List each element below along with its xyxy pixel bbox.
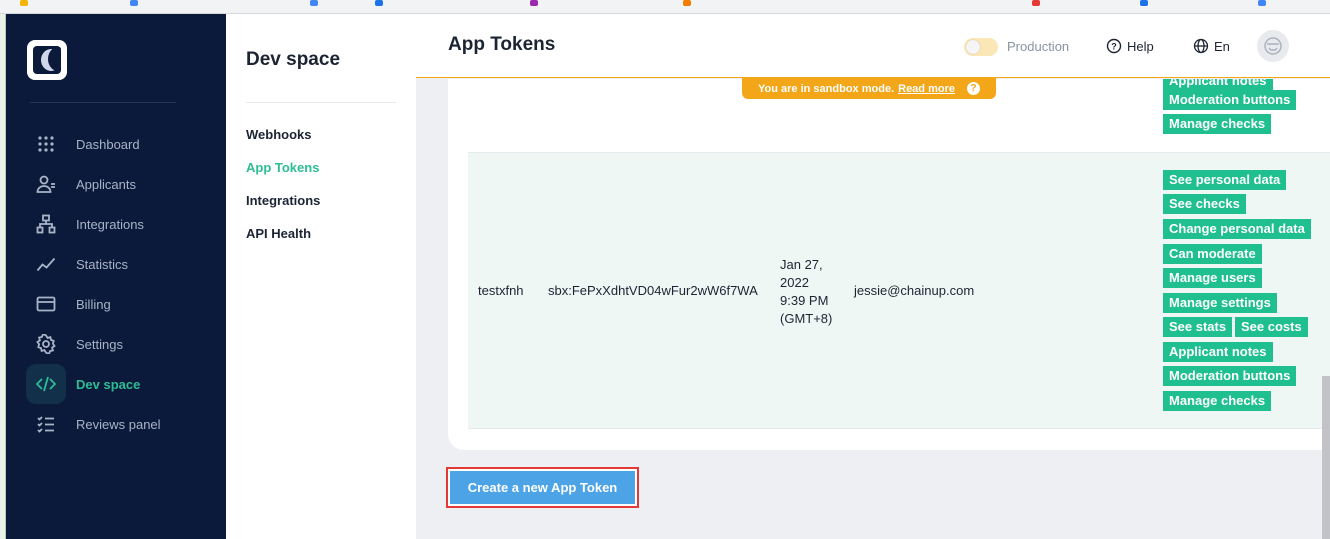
reviews-list-icon	[26, 404, 66, 444]
permission-tag: Manage settings	[1163, 293, 1277, 313]
sidebar-item-reviews-panel[interactable]: Reviews panel	[26, 404, 216, 444]
sidebar-item-integrations[interactable]: Integrations	[26, 204, 216, 244]
permission-tag: See costs	[1235, 317, 1308, 337]
app-logo[interactable]	[27, 40, 67, 80]
help-link[interactable]: ? Help	[1106, 38, 1154, 54]
dev-space-submenu: Dev space Webhooks App Tokens Integratio…	[226, 14, 416, 539]
bookmark-icon[interactable]	[1258, 0, 1266, 6]
language-selector[interactable]: En	[1193, 38, 1230, 54]
user-avatar[interactable]	[1257, 30, 1289, 62]
settings-gear-icon	[26, 324, 66, 364]
table-row[interactable]: testxfnh sbx:FePxXdhtVD04wFur2wW6f7WA Ja…	[468, 153, 1330, 429]
svg-text:?: ?	[1111, 42, 1117, 52]
moon-logo-icon	[33, 46, 61, 74]
sidebar-item-label: Reviews panel	[76, 416, 161, 432]
permission-tag: Applicant notes	[1163, 342, 1273, 362]
bookmark-icon[interactable]	[683, 0, 691, 6]
tokens-table-card: Applicant notes Moderation buttons Manag…	[448, 79, 1330, 450]
help-circle-icon: ?	[1106, 38, 1122, 54]
language-label: En	[1214, 38, 1230, 54]
sidebar-item-label: Billing	[76, 296, 111, 312]
date-line: (GMT+8)	[780, 311, 833, 326]
date-line: Jan 27,	[780, 257, 823, 272]
sidebar-item-label: Statistics	[76, 256, 129, 272]
sidebar-item-dashboard[interactable]: Dashboard	[26, 124, 216, 164]
page-title: App Tokens	[448, 34, 556, 55]
sidebar-divider	[30, 102, 176, 103]
bookmark-icon[interactable]	[130, 0, 138, 6]
sidebar-item-billing[interactable]: Billing	[26, 284, 216, 324]
sandbox-help-icon[interactable]: ?	[966, 82, 980, 95]
token-name: testxfnh	[478, 283, 524, 298]
permission-tag: See stats	[1163, 317, 1233, 337]
browser-bookmarks-bar	[0, 0, 1330, 14]
sidebar-item-statistics[interactable]: Statistics	[26, 244, 216, 284]
submenu-item-integrations[interactable]: Integrations	[246, 193, 320, 208]
token-value[interactable]: sbx:FePxXdhtVD04wFur2wW6f7WA	[548, 283, 758, 298]
bookmark-icon[interactable]	[20, 0, 28, 6]
permission-tag: See personal data	[1163, 170, 1287, 190]
token-creator-email: jessie@chainup.com	[854, 283, 975, 298]
submenu-item-api-health[interactable]: API Health	[246, 226, 311, 241]
dashboard-grid-icon	[26, 124, 66, 164]
avatar-placeholder-icon	[1264, 37, 1282, 55]
page-scrollbar[interactable]	[1322, 376, 1330, 539]
create-app-token-button[interactable]: Create a new App Token	[446, 467, 639, 508]
date-line: 2022	[780, 275, 809, 290]
applicants-icon	[26, 164, 66, 204]
sidebar-item-applicants[interactable]: Applicants	[26, 164, 216, 204]
date-line: 9:39 PM	[780, 293, 829, 308]
permission-tag: Manage users	[1163, 268, 1262, 288]
toggle-knob	[966, 40, 980, 54]
sandbox-mode-banner: You are in sandbox mode. Read more ?	[742, 78, 996, 99]
submenu-divider	[246, 102, 396, 103]
sandbox-banner-text: You are in sandbox mode.	[758, 82, 895, 95]
permission-tag: See checks	[1163, 194, 1246, 214]
permission-tag: Manage checks	[1163, 114, 1272, 134]
sidebar-item-dev-space[interactable]: Dev space	[26, 364, 216, 404]
main-sidebar: Dashboard Applicants Integrations Statis…	[6, 14, 226, 539]
submenu-item-webhooks[interactable]: Webhooks	[246, 127, 312, 142]
sidebar-item-label: Integrations	[76, 216, 144, 232]
page-header: App Tokens Production ? Help En	[416, 14, 1330, 78]
bookmark-icon[interactable]	[1140, 0, 1148, 6]
bookmark-icon[interactable]	[310, 0, 318, 6]
permission-tag: Moderation buttons	[1163, 90, 1297, 110]
bookmark-icon[interactable]	[530, 0, 538, 6]
create-app-token-label: Create a new App Token	[450, 471, 635, 504]
globe-icon	[1193, 38, 1209, 54]
submenu-title: Dev space	[246, 49, 341, 70]
environment-label: Production	[1007, 39, 1070, 54]
bookmark-icon[interactable]	[375, 0, 383, 6]
billing-icon	[26, 284, 66, 324]
token-created-date: Jan 27, 2022 9:39 PM (GMT+8)	[780, 256, 832, 328]
sidebar-item-label: Applicants	[76, 176, 136, 192]
integrations-icon	[26, 204, 66, 244]
sidebar-item-label: Dashboard	[76, 136, 140, 152]
submenu-item-app-tokens[interactable]: App Tokens	[246, 160, 319, 175]
bookmark-icon[interactable]	[1032, 0, 1040, 6]
code-icon	[26, 364, 66, 404]
sidebar-item-label: Dev space	[76, 376, 141, 392]
permission-tag: Moderation buttons	[1163, 366, 1297, 386]
permission-tag: Manage checks	[1163, 391, 1272, 411]
sidebar-item-label: Settings	[76, 336, 123, 352]
main-content: Applicant notes Moderation buttons Manag…	[416, 14, 1330, 539]
permission-tag: Can moderate	[1163, 244, 1262, 264]
help-label: Help	[1127, 38, 1154, 54]
read-more-link[interactable]: Read more	[898, 83, 955, 95]
environment-toggle[interactable]	[964, 38, 998, 56]
sidebar-item-settings[interactable]: Settings	[26, 324, 216, 364]
permission-tag: Change personal data	[1163, 219, 1311, 239]
statistics-icon	[26, 244, 66, 284]
